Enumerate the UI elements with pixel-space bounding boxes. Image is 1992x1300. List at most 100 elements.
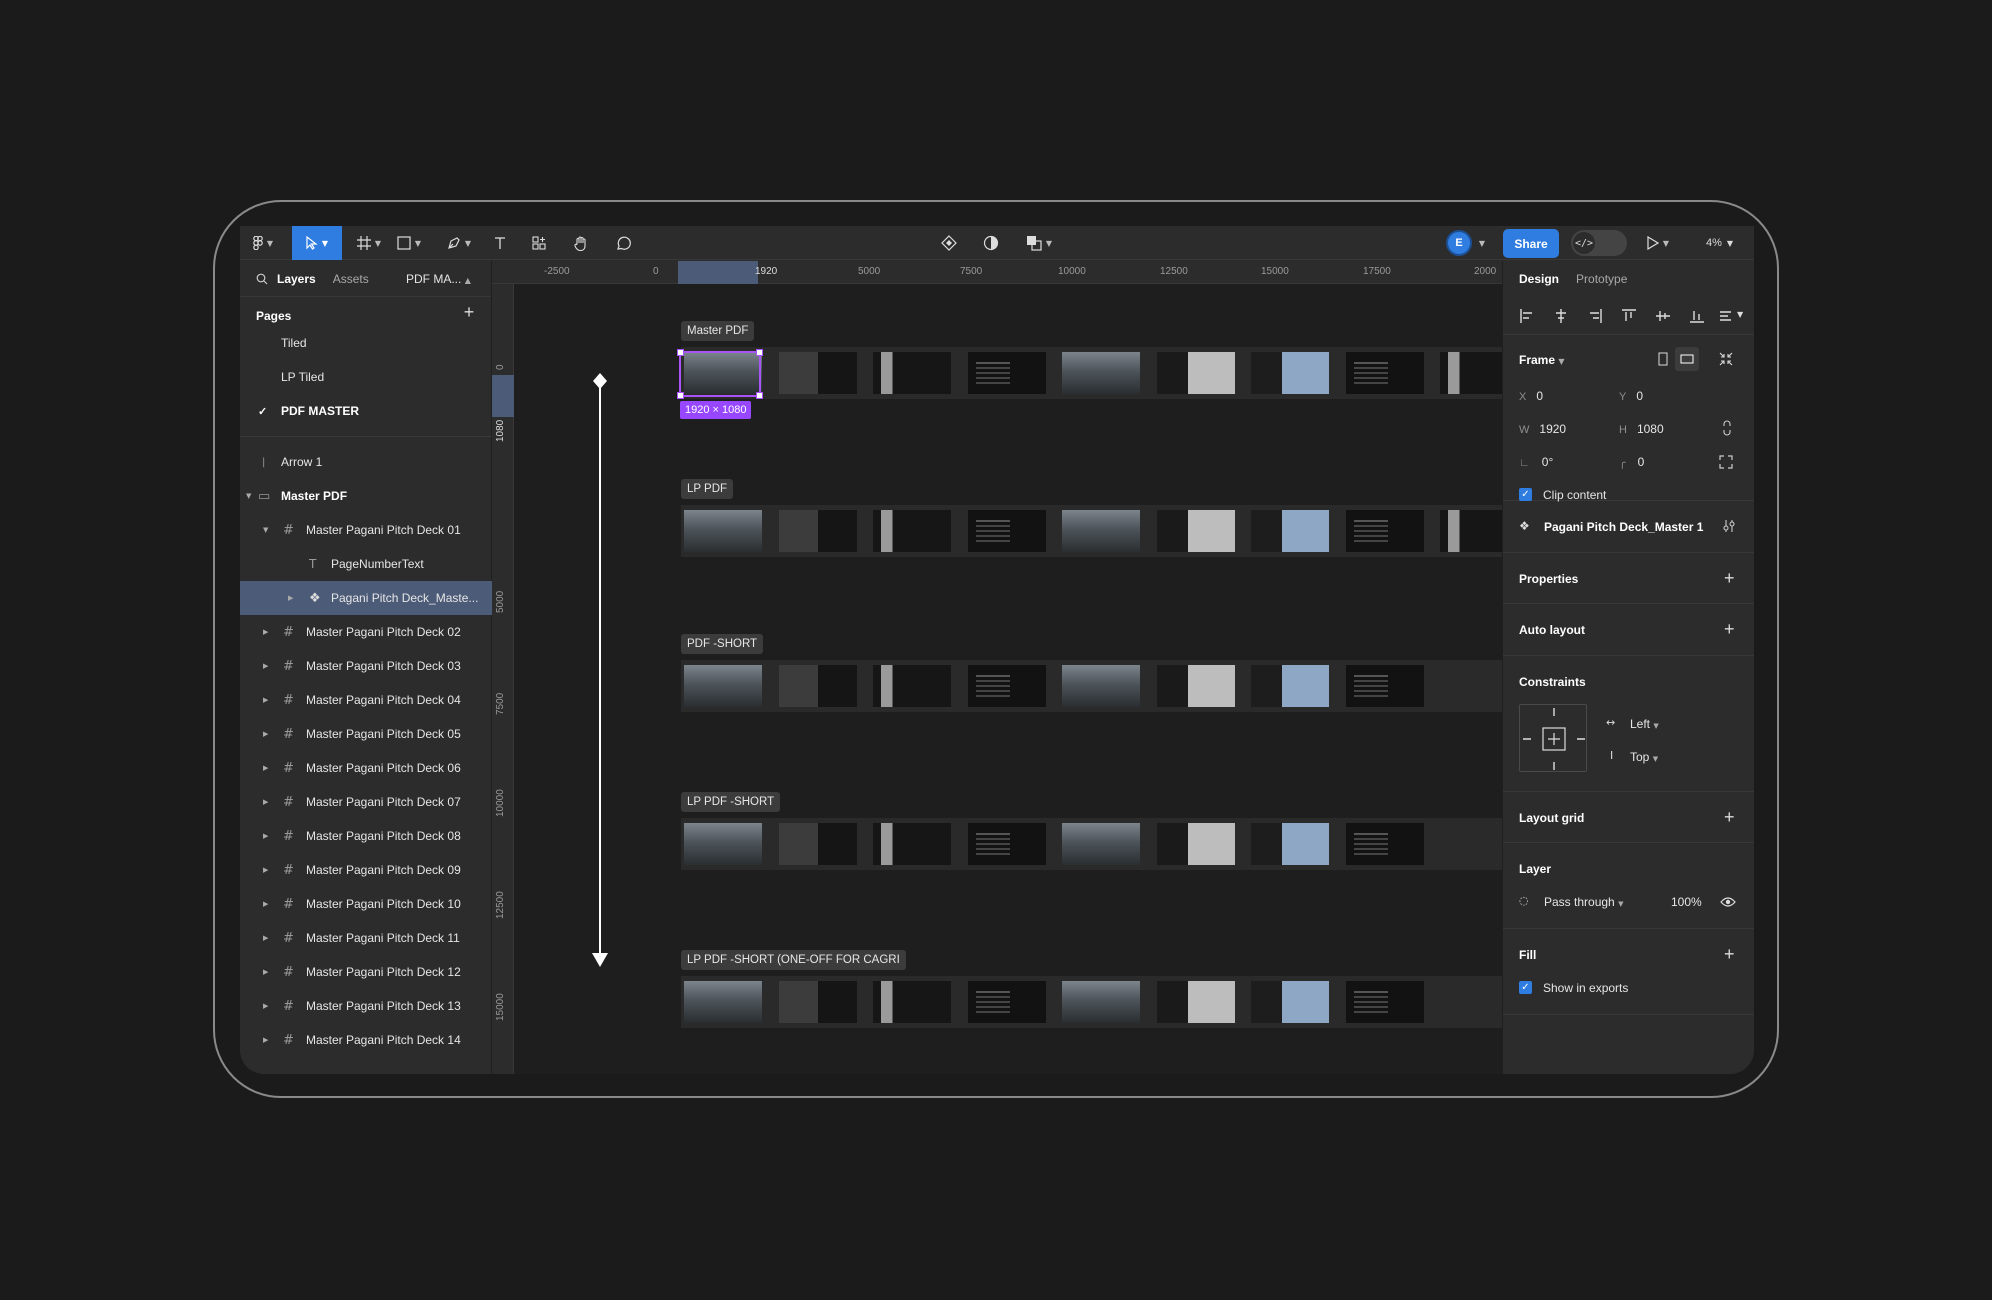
chevron-right-icon[interactable]: ▶ [263,968,268,976]
eye-icon[interactable] [1720,896,1736,908]
distribute-icon[interactable] [1719,308,1735,324]
slide-thumbnail[interactable] [1156,823,1235,865]
frame-tool-button[interactable]: ▼ [350,226,388,260]
slide-thumbnail[interactable] [684,665,762,707]
layer-row[interactable]: ▶ # Master Pagani Pitch Deck 05 [240,717,492,751]
layer-row[interactable]: ▶ # Master Pagani Pitch Deck 04 [240,683,492,717]
layer-row[interactable]: ▼ ▭ Master PDF [240,479,492,513]
layer-row[interactable]: ▶ # Master Pagani Pitch Deck 11 [240,921,492,955]
shape-tool-button[interactable]: ▼ [390,226,428,260]
avatar[interactable]: E [1446,230,1472,256]
chevron-right-icon[interactable]: ▶ [263,730,268,738]
resources-button[interactable] [526,226,552,260]
add-auto-layout-icon[interactable]: + [1724,620,1735,638]
frame-label[interactable]: LP PDF [681,479,734,499]
slide-thumbnail[interactable] [778,510,857,552]
frame-label[interactable]: Master PDF [681,321,755,341]
clip-content-checkbox[interactable]: ✓ [1519,488,1532,501]
slide-thumbnail[interactable] [967,510,1046,552]
independent-corners-icon[interactable] [1719,455,1733,469]
height-field[interactable]: H 1080 [1619,422,1664,436]
slide-thumbnail[interactable] [967,665,1046,707]
chevron-right-icon[interactable]: ▶ [263,1036,268,1044]
chevron-right-icon[interactable]: ▶ [263,866,268,874]
chevron-down-icon[interactable]: ▼ [1476,226,1488,260]
frame-label[interactable]: LP PDF -SHORT [681,792,781,812]
frame-strip[interactable] [681,818,1502,870]
add-page-icon[interactable]: + [461,303,477,321]
slide-thumbnail[interactable] [1062,981,1140,1023]
resize-handle[interactable] [756,392,763,399]
layer-row[interactable]: ▶ # Master Pagani Pitch Deck 13 [240,989,492,1023]
slide-thumbnail[interactable] [967,823,1046,865]
chevron-right-icon[interactable]: ▶ [263,832,268,840]
slide-thumbnail[interactable] [1156,510,1235,552]
slide-thumbnail[interactable] [1062,823,1140,865]
component-name[interactable]: Pagani Pitch Deck_Master 1 [1544,520,1703,534]
main-menu-button[interactable]: ▼ [246,226,280,260]
layer-row[interactable]: ▶ # Master Pagani Pitch Deck 08 [240,819,492,853]
chevron-right-icon[interactable]: ▶ [263,662,268,670]
frame-strip[interactable] [681,660,1502,712]
slide-thumbnail[interactable] [1345,665,1424,707]
share-button[interactable]: Share [1503,229,1559,258]
slide-thumbnail[interactable] [1440,510,1502,552]
slide-thumbnail[interactable] [778,823,857,865]
slide-thumbnail[interactable] [1345,510,1424,552]
layer-row[interactable]: T PageNumberText [240,547,492,581]
slide-thumbnail[interactable] [684,510,762,552]
adjust-icon[interactable] [1722,519,1736,533]
component-button[interactable] [936,226,962,260]
tab-prototype[interactable]: Prototype [1576,272,1627,286]
frame-strip[interactable] [681,505,1502,557]
add-fill-icon[interactable]: + [1724,945,1735,963]
layer-row[interactable]: | Arrow 1 [240,445,492,479]
frame-strip[interactable] [681,976,1502,1028]
align-center-vertical-icon[interactable] [1655,308,1671,324]
page-item-tiled[interactable]: Tiled [240,326,492,360]
slide-thumbnail[interactable] [873,352,951,394]
comment-tool-button[interactable] [610,226,636,260]
show-in-exports-checkbox[interactable]: ✓ [1519,981,1532,994]
slide-thumbnail[interactable] [873,665,951,707]
slide-thumbnail[interactable] [1062,352,1140,394]
align-left-icon[interactable] [1519,308,1535,324]
add-layout-grid-icon[interactable]: + [1724,808,1735,826]
align-right-icon[interactable] [1587,308,1603,324]
arrow-1[interactable] [590,371,610,971]
present-button[interactable]: ▼ [1640,226,1676,260]
slide-thumbnail[interactable] [1062,510,1140,552]
chevron-right-icon[interactable]: ▶ [263,934,268,942]
layer-row[interactable]: ▶ # Master Pagani Pitch Deck 09 [240,853,492,887]
chevron-right-icon[interactable]: ▶ [263,696,268,704]
slide-thumbnail[interactable] [1251,510,1329,552]
zoom-dropdown[interactable]: 4% ▼ [1706,226,1733,260]
slide-thumbnail[interactable] [1156,665,1235,707]
tab-assets[interactable]: Assets [333,272,369,286]
width-field[interactable]: W 1920 [1519,422,1566,436]
selection-box[interactable] [677,349,763,399]
move-tool-button[interactable]: ▼ [292,226,342,260]
frame-strip[interactable] [681,347,1502,399]
corner-radius-field[interactable]: ╭ 0 [1619,455,1644,469]
opacity-field[interactable]: 100% [1671,895,1702,909]
resize-to-fit-icon[interactable] [1719,352,1733,366]
constraint-horizontal-select[interactable]: Left ▼ [1630,717,1659,731]
layer-row[interactable]: ▶ # Master Pagani Pitch Deck 07 [240,785,492,819]
pen-tool-button[interactable]: ▼ [440,226,478,260]
layer-row-selected[interactable]: ▶ ❖ Pagani Pitch Deck_Maste... [240,581,492,615]
text-tool-button[interactable] [488,226,512,260]
slide-thumbnail[interactable] [1440,352,1502,394]
slide-thumbnail[interactable] [778,665,857,707]
constraint-vertical-select[interactable]: Top ▼ [1630,750,1658,764]
rotation-field[interactable]: ∟ 0° [1519,455,1553,469]
y-field[interactable]: Y0 [1619,389,1643,403]
canvas[interactable]: -2500 0 1920 5000 7500 10000 12500 15000… [492,261,1502,1074]
slide-thumbnail[interactable] [778,352,857,394]
landscape-button[interactable] [1675,347,1699,371]
slide-thumbnail[interactable] [873,823,951,865]
layer-row[interactable]: ▶ # Master Pagani Pitch Deck 02 [240,615,492,649]
slide-thumbnail[interactable] [1156,352,1235,394]
dev-mode-toggle[interactable]: </> [1571,230,1627,256]
slide-thumbnail[interactable] [1062,665,1140,707]
